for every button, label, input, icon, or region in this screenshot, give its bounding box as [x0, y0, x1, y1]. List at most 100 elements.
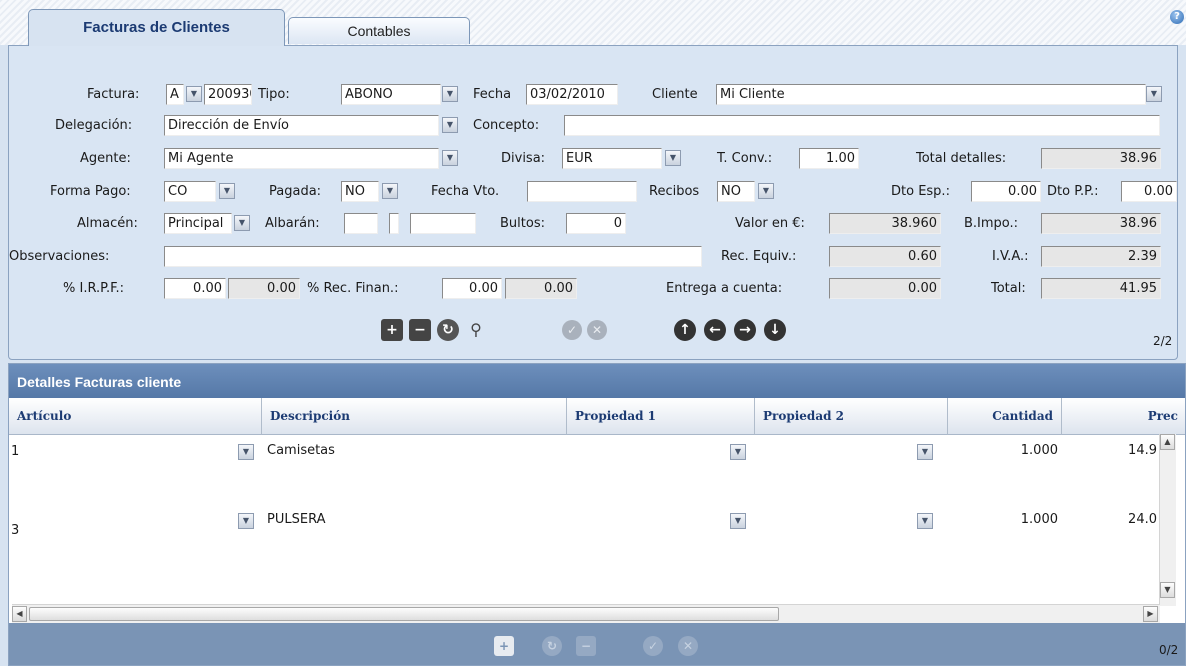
chevron-down-icon[interactable]: ▼	[665, 150, 681, 166]
remove-icon[interactable]: −	[576, 636, 596, 656]
almacen-select[interactable]: Principal	[164, 213, 232, 234]
rec-finan-value: 0.00	[505, 278, 577, 299]
arrow-up-icon[interactable]: ↑	[674, 319, 696, 341]
pagada-label: Pagada:	[269, 184, 322, 199]
pagada-select[interactable]: NO	[341, 181, 379, 202]
chevron-down-icon[interactable]: ▼	[917, 444, 933, 460]
details-panel: Detalles Facturas cliente Artículo Descr…	[8, 363, 1186, 666]
irpf-pct-field[interactable]: 0.00	[164, 278, 226, 299]
recibos-select[interactable]: NO	[717, 181, 755, 202]
agente-label: Agente:	[80, 151, 131, 166]
albaran-field-1[interactable]	[344, 213, 378, 234]
accept-icon[interactable]: ✓	[562, 320, 582, 340]
rec-equiv-label: Rec. Equiv.:	[721, 249, 797, 264]
valor-value: 38.960	[829, 213, 941, 234]
delegacion-select[interactable]: Dirección de Envío	[164, 115, 439, 136]
rec-finan-pct-field[interactable]: 0.00	[442, 278, 502, 299]
valor-label: Valor en €:	[735, 216, 805, 231]
recibos-label: Recibos	[649, 184, 700, 199]
factura-serie-field[interactable]: A	[166, 84, 184, 105]
scroll-left-icon[interactable]: ◀	[12, 606, 27, 622]
arrow-down-icon[interactable]: ↓	[764, 319, 786, 341]
column-header-articulo[interactable]: Artículo	[9, 398, 262, 435]
bimpo-value: 38.96	[1041, 213, 1161, 234]
fecha-label: Fecha	[473, 87, 512, 102]
chevron-down-icon[interactable]: ▼	[917, 513, 933, 529]
horizontal-scrollbar[interactable]: ◀ ▶	[12, 604, 1160, 623]
albaran-field-2[interactable]	[389, 213, 399, 234]
invoice-form-panel: Factura: A ▼ 200930 Tipo: ABONO ▼ Fecha …	[8, 45, 1178, 360]
refresh-icon[interactable]: ↻	[542, 636, 562, 656]
factura-label: Factura:	[87, 87, 140, 102]
cell-descripcion: PULSERA	[267, 512, 326, 527]
vertical-scrollbar[interactable]: ▲ ▼	[1159, 434, 1176, 606]
tipo-select[interactable]: ABONO	[341, 84, 441, 105]
tab-contables[interactable]: Contables	[288, 17, 470, 44]
concepto-field[interactable]	[564, 115, 1160, 136]
column-header-cantidad[interactable]: Cantidad	[948, 398, 1062, 435]
fecha-vto-field[interactable]	[527, 181, 637, 202]
bultos-field[interactable]: 0	[566, 213, 626, 234]
agente-select[interactable]: Mi Agente	[164, 148, 439, 169]
column-header-propiedad-1[interactable]: Propiedad 1	[567, 398, 755, 435]
divisa-select[interactable]: EUR	[562, 148, 662, 169]
irpf-value: 0.00	[228, 278, 300, 299]
tconv-field[interactable]: 1.00	[799, 148, 859, 169]
dto-esp-field[interactable]: 0.00	[971, 181, 1041, 202]
forma-pago-select[interactable]: CO	[164, 181, 216, 202]
add-icon[interactable]: +	[494, 636, 514, 656]
remove-icon[interactable]: −	[409, 319, 431, 341]
chevron-down-icon[interactable]: ▼	[730, 513, 746, 529]
chevron-down-icon[interactable]: ▼	[758, 183, 774, 199]
cancel-icon[interactable]: ✕	[587, 320, 607, 340]
factura-numero-field[interactable]: 200930	[204, 84, 252, 105]
chevron-down-icon[interactable]: ▼	[238, 444, 254, 460]
accept-icon[interactable]: ✓	[643, 636, 663, 656]
fecha-field[interactable]: 03/02/2010	[526, 84, 618, 105]
column-header-precio[interactable]: Prec	[1062, 398, 1185, 435]
chevron-down-icon[interactable]: ▼	[186, 86, 202, 102]
cell-articulo: 1	[11, 444, 20, 459]
chevron-down-icon[interactable]: ▼	[219, 183, 235, 199]
chevron-down-icon[interactable]: ▼	[730, 444, 746, 460]
cell-precio: 24.0	[1128, 512, 1157, 527]
total-value: 41.95	[1041, 278, 1161, 299]
albaran-field-3[interactable]	[410, 213, 476, 234]
chevron-down-icon[interactable]: ▼	[442, 117, 458, 133]
chevron-down-icon[interactable]: ▼	[238, 513, 254, 529]
rec-finan-label: % Rec. Finan.:	[307, 281, 399, 296]
cancel-icon[interactable]: ✕	[678, 636, 698, 656]
dto-pp-field[interactable]: 0.00	[1121, 181, 1177, 202]
rec-equiv-value: 0.60	[829, 246, 941, 267]
bultos-label: Bultos:	[500, 216, 545, 231]
cell-descripcion: Camisetas	[267, 443, 335, 458]
total-detalles-label: Total detalles:	[916, 151, 1007, 166]
search-icon[interactable]: ⚲	[465, 319, 487, 341]
column-header-propiedad-2[interactable]: Propiedad 2	[755, 398, 948, 435]
arrow-right-icon[interactable]: →	[734, 319, 756, 341]
horizontal-scroll-thumb[interactable]	[29, 607, 779, 621]
cell-precio: 14.9	[1128, 443, 1157, 458]
chevron-down-icon[interactable]: ▼	[382, 183, 398, 199]
scroll-down-icon[interactable]: ▼	[1160, 582, 1175, 598]
forma-pago-label: Forma Pago:	[50, 184, 131, 199]
arrow-left-icon[interactable]: ←	[704, 319, 726, 341]
observaciones-field[interactable]	[164, 246, 702, 267]
cliente-select[interactable]: Mi Cliente	[716, 84, 1146, 105]
chevron-down-icon[interactable]: ▼	[442, 86, 458, 102]
chevron-down-icon[interactable]: ▼	[234, 215, 250, 231]
tab-facturas-clientes[interactable]: Facturas de Clientes	[28, 9, 285, 46]
refresh-icon[interactable]: ↻	[437, 319, 459, 341]
scroll-right-icon[interactable]: ▶	[1143, 606, 1158, 622]
dto-pp-label: Dto P.P.:	[1047, 184, 1099, 199]
chevron-down-icon[interactable]: ▼	[1146, 86, 1162, 102]
help-icon[interactable]: ?	[1170, 10, 1184, 24]
cell-cantidad: 1.000	[1020, 443, 1058, 458]
chevron-down-icon[interactable]: ▼	[442, 150, 458, 166]
column-header-descripcion[interactable]: Descripción	[262, 398, 567, 435]
add-icon[interactable]: +	[381, 319, 403, 341]
scroll-up-icon[interactable]: ▲	[1160, 434, 1175, 450]
entrega-label: Entrega a cuenta:	[666, 281, 783, 296]
delegacion-label: Delegación:	[55, 118, 133, 133]
albaran-label: Albarán:	[265, 216, 320, 231]
